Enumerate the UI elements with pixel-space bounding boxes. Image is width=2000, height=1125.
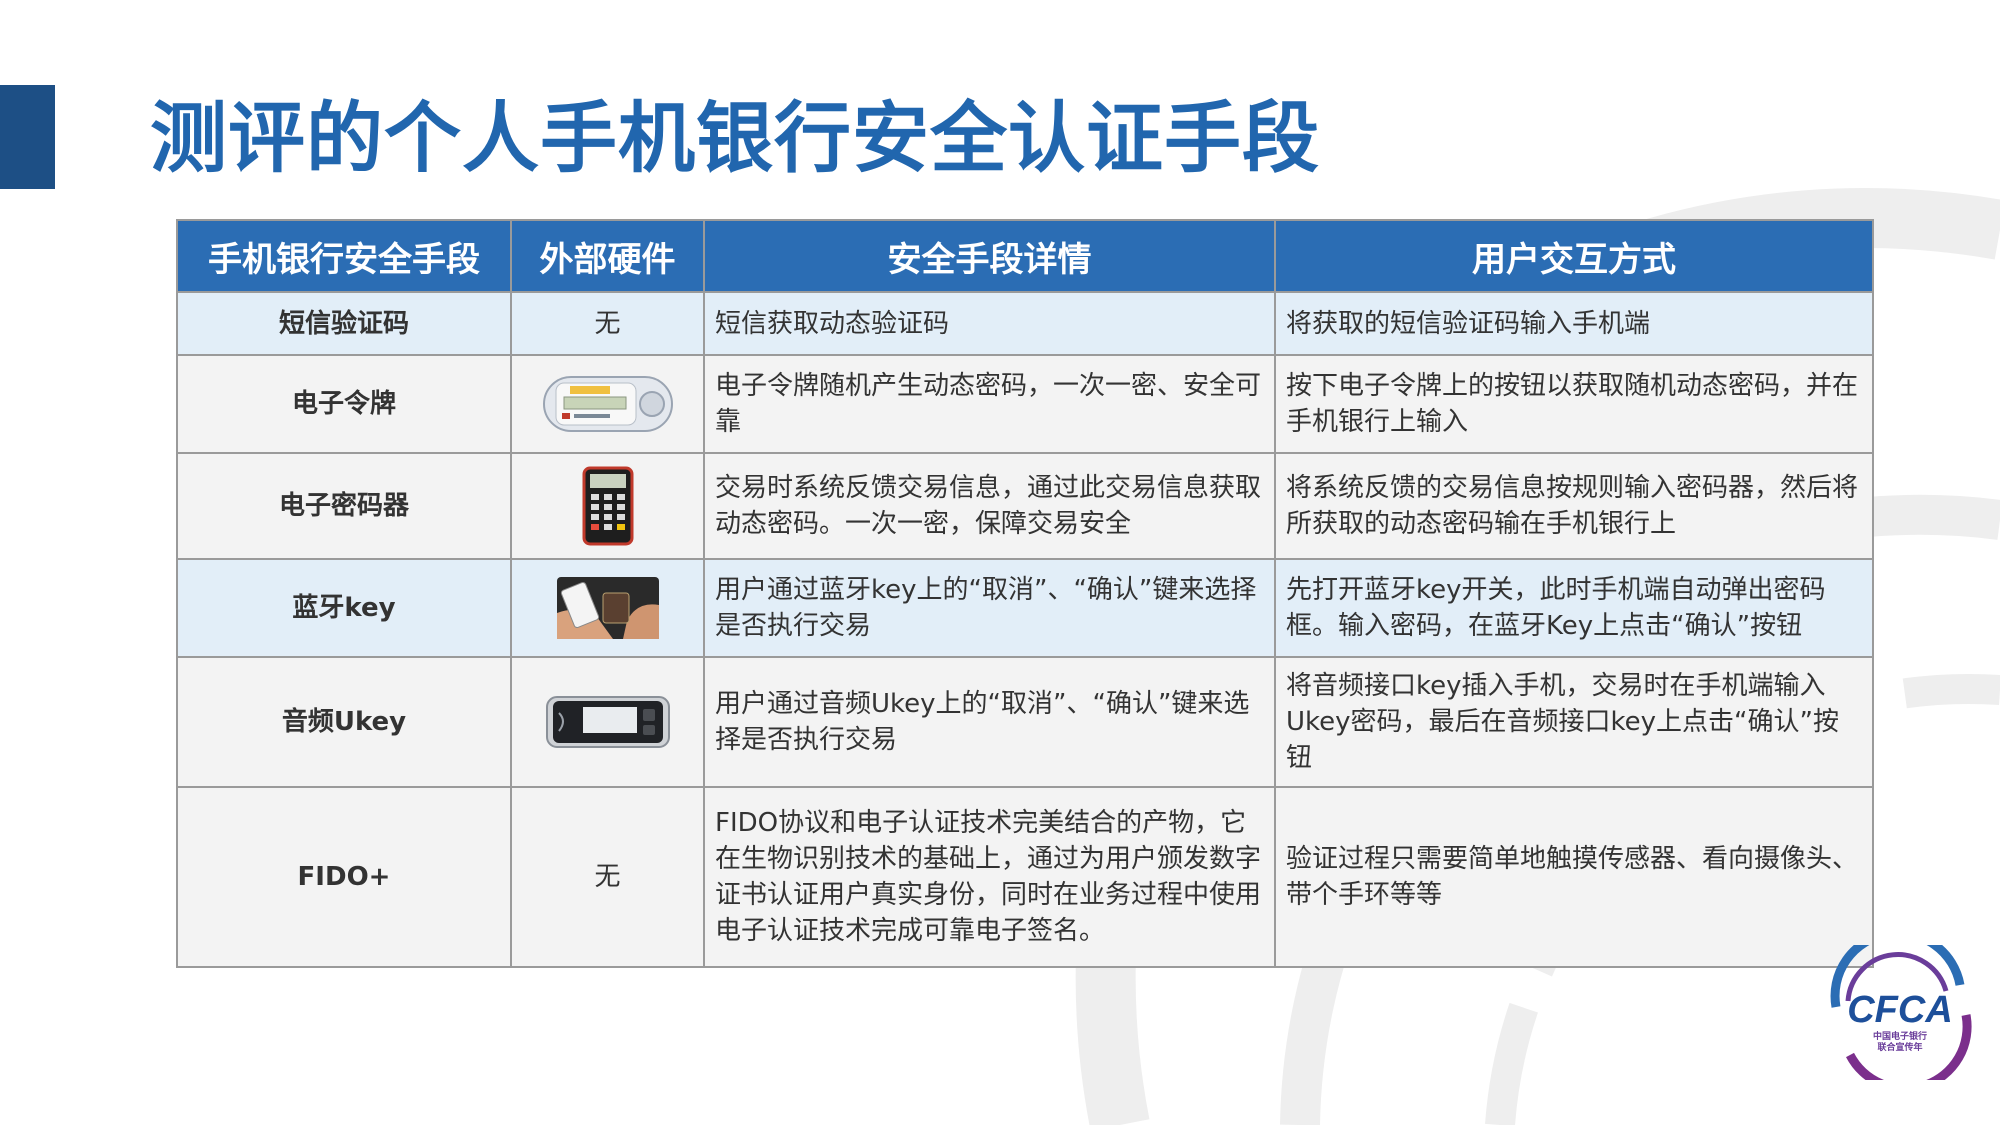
hardware-text: 无 [510,786,705,968]
header-detail: 安全手段详情 [703,219,1276,293]
method-name: 蓝牙key [176,558,512,658]
method-detail: 用户通过音频Ukey上的“取消”、“确认”键来选择是否执行交易 [703,656,1276,788]
table-row: 音频Ukey 用户通过音频Ukey上的“取消”、“确认”键来选择是否执行交易 将… [176,656,1874,788]
header-interaction: 用户交互方式 [1274,219,1874,293]
method-detail: 交易时系统反馈交易信息，通过此交易信息获取动态密码。一次一密，保障交易安全 [703,452,1276,560]
table-row: 蓝牙key 用户通过蓝牙key上的“取消”、“确认”键来选择是否执行交易 先打开… [176,558,1874,658]
method-name: 音频Ukey [176,656,512,788]
method-name: 电子令牌 [176,354,512,454]
method-detail: FIDO协议和电子认证技术完美结合的产物，它在生物识别技术的基础上，通过为用户颁… [703,786,1276,968]
page-title: 测评的个人手机银行安全认证手段 [150,95,1320,184]
audio-ukey-icon [545,696,670,748]
method-detail: 用户通过蓝牙key上的“取消”、“确认”键来选择是否执行交易 [703,558,1276,658]
method-detail: 短信获取动态验证码 [703,291,1276,356]
method-name: FIDO+ [176,786,512,968]
method-interaction: 将系统反馈的交易信息按规则输入密码器，然后将所获取的动态密码输在手机银行上 [1274,452,1874,560]
table-row: 电子令牌 电子令牌随机产生动态密码，一次一密、安全可靠 按下电子令牌上的按钮以获… [176,354,1874,454]
logo-subtext: 联合宣传年 [1877,1041,1922,1053]
cfca-logo: CFCA 中国电子银行 联合宣传年 [1830,945,1972,1080]
logo-text: CFCA [1847,989,1953,1031]
method-name: 电子密码器 [176,452,512,560]
method-interaction: 按下电子令牌上的按钮以获取随机动态密码，并在手机银行上输入 [1274,354,1874,454]
hardware-text: 无 [510,291,705,356]
method-interaction: 验证过程只需要简单地触摸传感器、看向摄像头、带个手环等等 [1274,786,1874,968]
method-interaction: 先打开蓝牙key开关，此时手机端自动弹出密码框。输入密码，在蓝牙Key上点击“确… [1274,558,1874,658]
method-interaction: 将获取的短信验证码输入手机端 [1274,291,1874,356]
method-name: 短信验证码 [176,291,512,356]
method-detail: 电子令牌随机产生动态密码，一次一密、安全可靠 [703,354,1276,454]
table-row: 短信验证码 无 短信获取动态验证码 将获取的短信验证码输入手机端 [176,291,1874,356]
table-header-row: 手机银行安全手段 外部硬件 安全手段详情 用户交互方式 [176,219,1874,293]
header-hardware: 外部硬件 [510,219,705,293]
password-device-icon [582,466,633,546]
title-accent-bar [0,85,55,189]
header-method: 手机银行安全手段 [176,219,512,293]
table-row: FIDO+ 无 FIDO协议和电子认证技术完美结合的产物，它在生物识别技术的基础… [176,786,1874,968]
security-table: 手机银行安全手段 外部硬件 安全手段详情 用户交互方式 短信验证码 无 短信获取… [176,219,1874,968]
token-icon [542,376,673,432]
method-interaction: 将音频接口key插入手机，交易时在手机端输入Ukey密码，最后在音频接口key上… [1274,656,1874,788]
table-row: 电子密码器 交易时系统反馈交易信息，通过此交易信息获取动态密码。一次一密，保障交… [176,452,1874,560]
logo-subtext: 中国电子银行 [1873,1030,1927,1042]
bluetooth-key-icon [556,577,659,639]
